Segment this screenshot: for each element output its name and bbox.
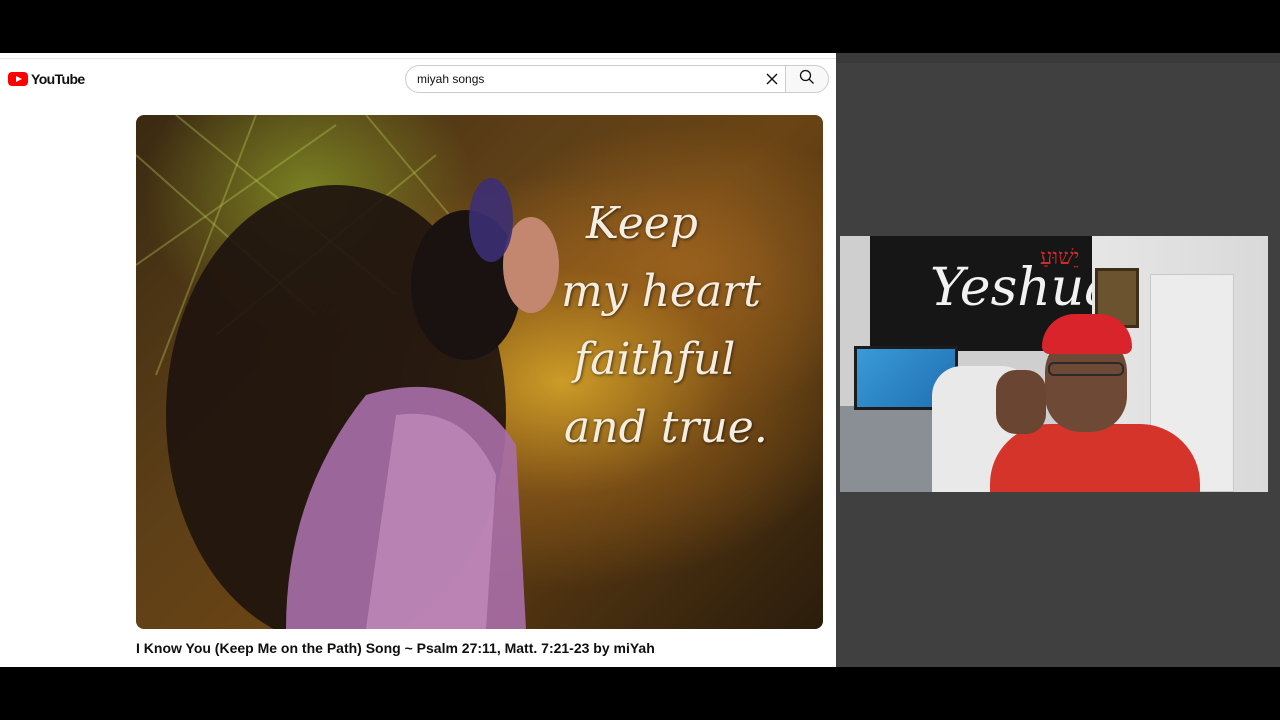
video-title: I Know You (Keep Me on the Path) Song ~ … (136, 640, 655, 656)
lyric-line: Keep (586, 198, 698, 249)
search-button[interactable] (785, 65, 829, 93)
side-pane-strip (836, 53, 1280, 63)
letterbox-top (0, 0, 1280, 53)
video-player[interactable]: Keep my heart faithful and true. (136, 115, 823, 629)
banner-hebrew: יֵשׁוּעַ (1040, 245, 1080, 270)
close-icon[interactable] (763, 70, 781, 88)
browser-window: YouTube Keep (0, 53, 836, 667)
lyric-line: my heart (561, 266, 761, 317)
shirt (990, 424, 1200, 492)
search-icon (799, 69, 815, 90)
top-divider (0, 58, 836, 59)
banner-text: Yeshua (930, 258, 1116, 318)
glasses (1048, 362, 1124, 376)
lyric-overlay: Keep my heart faithful and true. (536, 190, 806, 462)
youtube-play-icon (8, 72, 28, 86)
letterbox-bottom (0, 667, 1280, 720)
search-bar (405, 65, 829, 93)
cap (1042, 314, 1132, 354)
presenter (990, 314, 1200, 492)
youtube-logo[interactable]: YouTube (8, 71, 85, 87)
hand (996, 370, 1046, 434)
logo-text: YouTube (31, 71, 85, 87)
lyric-line: faithful (574, 334, 736, 385)
lyric-line: and true. (564, 402, 768, 453)
search-box[interactable] (405, 65, 785, 93)
webcam-feed: Yeshua יֵשׁוּעַ (840, 236, 1268, 492)
search-input[interactable] (417, 72, 747, 86)
